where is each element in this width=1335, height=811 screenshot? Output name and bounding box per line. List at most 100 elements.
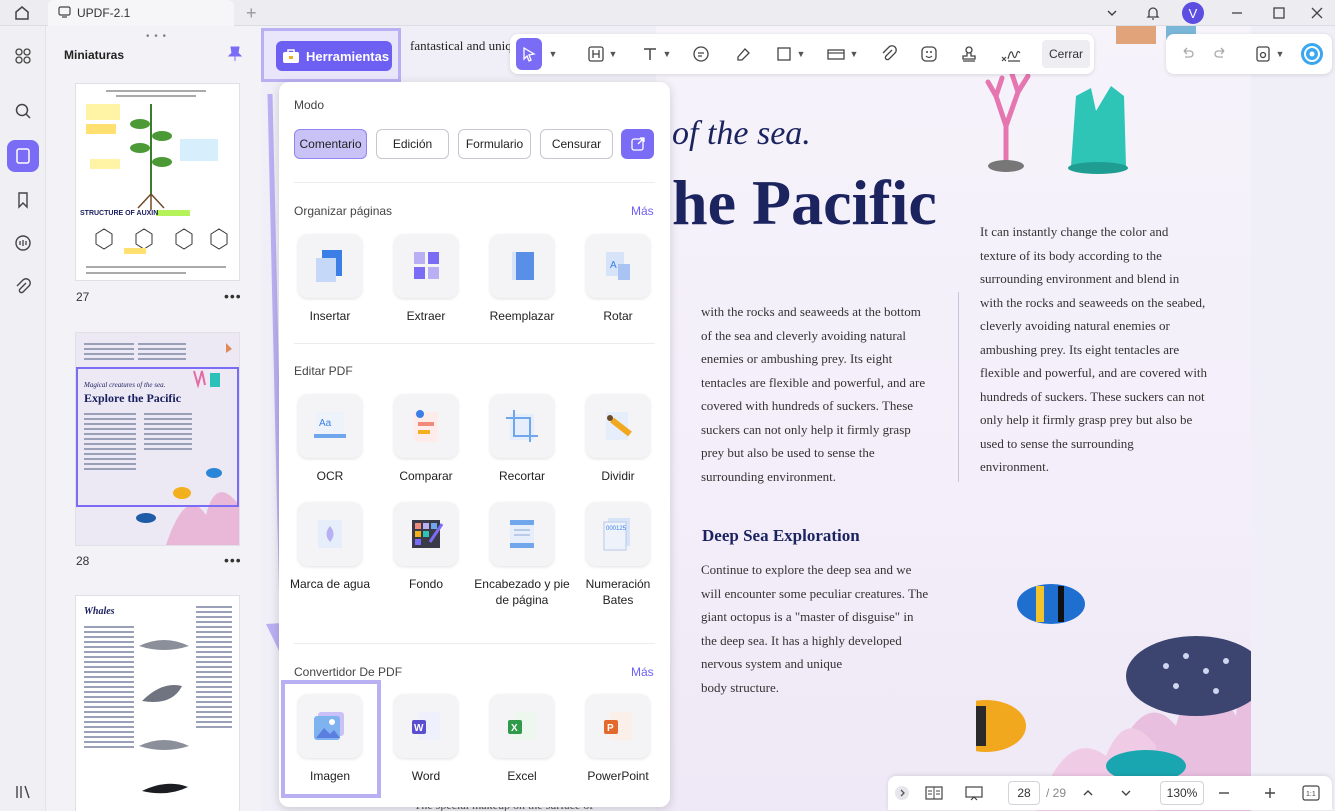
drag-handle[interactable]: • • • bbox=[146, 31, 167, 42]
organize-more-link[interactable]: Más bbox=[631, 204, 654, 218]
background-tile[interactable]: Fondo bbox=[378, 502, 474, 592]
thumbnail-page-29[interactable]: Whales bbox=[76, 596, 239, 811]
chevron-down-icon[interactable] bbox=[1097, 0, 1127, 26]
new-tab-icon[interactable]: + bbox=[246, 3, 257, 24]
avatar[interactable]: V bbox=[1178, 0, 1208, 26]
page-heading-italic: of the sea. bbox=[672, 115, 811, 152]
thumbnail-selection-frame bbox=[76, 367, 239, 507]
home-icon[interactable] bbox=[6, 2, 38, 24]
annotation-toolbar: ▼ ▼ ▼ ▼ ▼ Cerrar bbox=[510, 34, 1094, 74]
comment-icon bbox=[693, 46, 709, 62]
text-box-icon bbox=[587, 46, 604, 62]
collapse-icon[interactable] bbox=[892, 781, 912, 805]
cursor-icon bbox=[523, 46, 536, 62]
crop-icon bbox=[490, 394, 554, 458]
signature-tool-button[interactable] bbox=[996, 38, 1026, 70]
ai-assistant-icon[interactable] bbox=[1298, 38, 1326, 70]
ocr-icon: Aa bbox=[298, 394, 362, 458]
text-box-tool-button[interactable]: ▼ bbox=[582, 38, 622, 70]
powerpoint-icon: P bbox=[586, 694, 650, 758]
chevron-down-icon[interactable]: ▼ bbox=[544, 38, 558, 70]
undo-icon[interactable] bbox=[1176, 38, 1198, 70]
open-external-icon[interactable] bbox=[621, 129, 654, 159]
tools-button[interactable]: Herramientas bbox=[276, 41, 392, 71]
avatar-initial: V bbox=[1182, 2, 1204, 24]
stamp-tool-button[interactable] bbox=[956, 38, 982, 70]
extract-tile[interactable]: Extraer bbox=[378, 234, 474, 324]
stamp-bar-tool-button[interactable]: ▼ bbox=[822, 38, 862, 70]
mode-comentario-button[interactable]: Comentario bbox=[294, 129, 367, 159]
thumbnails-icon[interactable] bbox=[7, 140, 39, 172]
plant-diagram-illustration bbox=[86, 90, 228, 274]
convert-powerpoint-tile[interactable]: P PowerPoint bbox=[570, 694, 666, 784]
bookmark-icon[interactable] bbox=[7, 184, 39, 216]
converter-label: Convertidor De PDF bbox=[294, 665, 403, 679]
zoom-out-icon[interactable] bbox=[1214, 781, 1234, 805]
zoom-in-icon[interactable] bbox=[1260, 781, 1280, 805]
converter-more-link[interactable]: Más bbox=[631, 665, 654, 679]
svg-text:A: A bbox=[610, 260, 617, 271]
split-icon bbox=[586, 394, 650, 458]
mode-censurar-button[interactable]: Censurar bbox=[540, 129, 613, 159]
convert-excel-label: Excel bbox=[507, 769, 537, 783]
maximize-icon[interactable] bbox=[1264, 0, 1294, 26]
page-layout-icon[interactable] bbox=[922, 781, 946, 805]
sticker-icon bbox=[921, 46, 937, 62]
actual-size-icon[interactable]: 1:1 bbox=[1300, 781, 1322, 805]
thumbnail-more-icon[interactable]: ••• bbox=[224, 288, 242, 304]
mode-edicion-button[interactable]: Edición bbox=[376, 129, 449, 159]
thumbnail-more-icon[interactable]: ••• bbox=[224, 552, 242, 568]
attachment-icon[interactable] bbox=[7, 271, 39, 303]
header-footer-tile[interactable]: Encabezado y pie de página bbox=[474, 502, 570, 608]
document-tab[interactable]: UPDF-2.1 bbox=[48, 0, 234, 26]
page-number-input[interactable]: 28 bbox=[1008, 781, 1040, 805]
text-tool-button[interactable]: ▼ bbox=[636, 38, 676, 70]
watermark-tile[interactable]: Marca de agua bbox=[282, 502, 378, 592]
zoom-level[interactable]: 130% bbox=[1160, 781, 1204, 805]
close-window-icon[interactable] bbox=[1302, 0, 1332, 26]
previous-page-icon[interactable] bbox=[1078, 781, 1098, 805]
convert-excel-tile[interactable]: X Excel bbox=[474, 694, 570, 784]
mode-label: Modo bbox=[294, 98, 325, 112]
search-icon[interactable] bbox=[7, 95, 39, 127]
presentation-icon[interactable] bbox=[962, 781, 986, 805]
highlighter-tool-button[interactable] bbox=[730, 38, 756, 70]
replace-pages-icon bbox=[490, 234, 554, 298]
insert-label: Insertar bbox=[309, 309, 351, 323]
title-bar: UPDF-2.1 + V bbox=[0, 0, 1335, 26]
grid-icon[interactable] bbox=[7, 40, 39, 72]
insert-tile[interactable]: Insertar bbox=[282, 234, 378, 324]
pin-icon[interactable] bbox=[227, 46, 243, 67]
next-page-icon[interactable] bbox=[1116, 781, 1136, 805]
page29-heading: Whales bbox=[84, 606, 115, 617]
compare-icon bbox=[394, 394, 458, 458]
minimize-icon[interactable] bbox=[1222, 0, 1252, 26]
attach-tool-button[interactable] bbox=[876, 38, 902, 70]
mode-formulario-button[interactable]: Formulario bbox=[458, 129, 531, 159]
comment-tool-button[interactable] bbox=[688, 38, 714, 70]
save-icon[interactable]: ▼ bbox=[1252, 38, 1286, 70]
bell-icon[interactable] bbox=[1138, 0, 1168, 26]
close-toolbar-button[interactable]: Cerrar bbox=[1042, 40, 1090, 68]
bates-numbering-tile[interactable]: 000125 Numeración Bates bbox=[570, 502, 666, 608]
right-column-text: It can instantly change the color and tex… bbox=[980, 224, 1208, 474]
select-tool-button[interactable] bbox=[516, 38, 542, 70]
watermark-icon bbox=[298, 502, 362, 566]
sticker-tool-button[interactable] bbox=[916, 38, 942, 70]
split-tile[interactable]: Dividir bbox=[570, 394, 666, 484]
ocr-tile[interactable]: Aa OCR bbox=[282, 394, 378, 484]
page-text-fragment: fantastical and uniq bbox=[410, 38, 512, 53]
comments-icon[interactable] bbox=[7, 227, 39, 259]
compare-tile[interactable]: Comparar bbox=[378, 394, 474, 484]
redo-icon[interactable] bbox=[1210, 38, 1232, 70]
stamp-icon bbox=[962, 46, 976, 62]
convert-word-tile[interactable]: W Word bbox=[378, 694, 474, 784]
rotate-tile[interactable]: A Rotar bbox=[570, 234, 666, 324]
crop-tile[interactable]: Recortar bbox=[474, 394, 570, 484]
thumbnail-page-27[interactable]: STRUCTURE OF AUXIN bbox=[76, 84, 239, 280]
layers-icon[interactable] bbox=[7, 776, 39, 808]
shape-tool-button[interactable]: ▼ bbox=[770, 38, 810, 70]
insert-pages-icon bbox=[298, 234, 362, 298]
replace-tile[interactable]: Reemplazar bbox=[474, 234, 570, 324]
replace-label: Reemplazar bbox=[489, 309, 555, 323]
